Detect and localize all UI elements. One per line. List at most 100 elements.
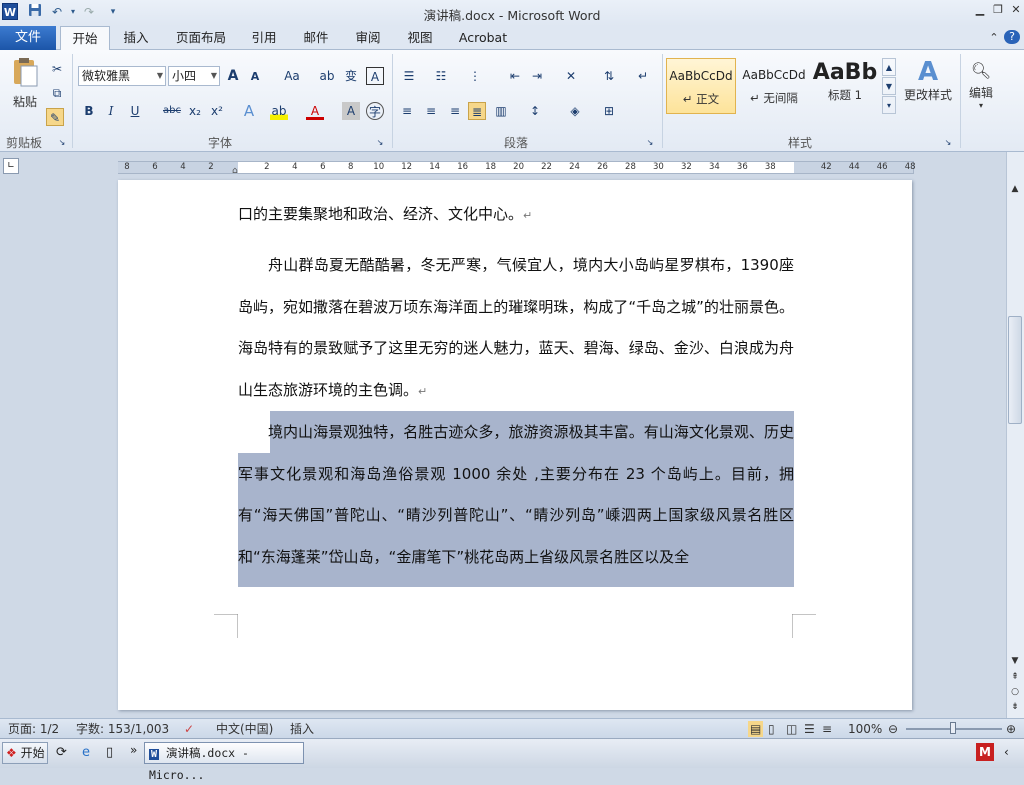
quicklaunch-expand-icon[interactable]: » [130,743,137,757]
tab-review[interactable]: 审阅 [348,26,388,50]
italic-button[interactable]: I [102,102,120,120]
bold-button[interactable]: B [80,102,98,120]
web-layout-icon[interactable]: ◫ [786,721,797,737]
highlight-color-icon[interactable]: ab [270,102,288,120]
line-spacing-icon[interactable]: ↕ [526,102,544,120]
minimize-icon[interactable]: ▁ [972,3,988,17]
styles-more-icon[interactable]: ▾ [882,96,896,114]
tab-file[interactable]: 文件 [0,26,56,50]
quicklaunch-app-icon[interactable]: ▯ [106,745,113,760]
grow-font-button[interactable]: A [224,67,242,85]
internet-explorer-icon[interactable]: e [82,745,90,760]
style-no-spacing[interactable]: AaBbCcDd ↵ 无间隔 [740,58,808,114]
editing-button[interactable]: 🔍︎ 编辑 ▾ [964,58,998,110]
restore-icon[interactable]: ❐ [990,3,1006,17]
paragraph-2[interactable]: 舟山群岛夏无酷酷暑，冬无严寒，气候宜人，境内大小岛屿星罗棋布，1390座岛屿，宛… [238,245,794,412]
tab-references[interactable]: 引用 [244,26,284,50]
language[interactable]: 中文(中国) [216,721,273,737]
paragraph-launcher-icon[interactable]: ↘ [644,134,656,147]
scroll-down-icon[interactable]: ▼ [1008,654,1022,668]
minimize-ribbon-icon[interactable]: ⌃ [986,31,1002,45]
paragraph-3-selected[interactable]: 境内山海景观独特，名胜古迹众多，旅游资源极其丰富。有山海文化景观、历史军事文化景… [238,412,794,578]
align-center-icon[interactable]: ≡ [422,102,440,120]
tray-expand-icon[interactable]: ‹ [1004,745,1009,759]
outline-icon[interactable]: ☰ [804,721,815,737]
increase-indent-icon[interactable]: ⇥ [528,67,546,85]
paste-button[interactable]: 粘贴 [8,56,42,110]
justify-icon[interactable]: ≣ [468,102,486,120]
print-layout-icon[interactable]: ▤ [748,721,764,737]
ruler-number: 6 [152,162,158,172]
borders-icon[interactable]: ⊞ [600,102,618,120]
copy-icon[interactable]: ⧉ [48,84,66,102]
previous-page-icon[interactable]: ⇞ [1008,670,1022,684]
align-left-icon[interactable]: ≡ [398,102,416,120]
text-effects-icon[interactable]: A [240,102,258,120]
draft-icon[interactable]: ≡ [822,721,832,737]
help-icon[interactable]: ? [1004,30,1020,44]
change-styles-button[interactable]: A 更改样式 [900,58,956,103]
zoom-in-icon[interactable]: ⊕ [1006,721,1016,737]
zoom-slider-thumb[interactable] [950,722,956,734]
font-launcher-icon[interactable]: ↘ [374,134,386,147]
decrease-indent-icon[interactable]: ⇤ [506,67,524,85]
underline-button[interactable]: U [126,102,144,120]
multilevel-list-icon[interactable]: ⋮ [466,67,484,85]
strikethrough-button[interactable]: abc [160,102,184,120]
tab-acrobat[interactable]: Acrobat [452,26,514,50]
font-color-icon[interactable]: A [306,102,324,120]
tray-app-icon[interactable]: M [976,743,994,761]
tab-home[interactable]: 开始 [60,26,110,51]
quicklaunch-app-icon[interactable]: ⟳ [56,745,67,760]
format-painter-icon[interactable]: ✎ [46,108,64,126]
styles-scroll-down-icon[interactable]: ▼ [882,77,896,95]
tab-selector-icon[interactable]: ∟ [3,158,19,174]
numbering-icon[interactable]: ☷ [432,67,450,85]
font-size-combo[interactable]: 小四 ▼ [168,66,220,86]
zoom-level[interactable]: 100% [848,721,882,737]
chinese-layout-icon[interactable]: ✕ [562,67,580,85]
scrollbar-thumb[interactable] [1008,316,1022,424]
superscript-button[interactable]: x² [208,102,226,120]
cut-icon[interactable]: ✂ [48,60,66,78]
taskbar-item-word[interactable]: W 演讲稿.docx - Micro... [144,742,304,782]
tab-mailings[interactable]: 邮件 [296,26,336,50]
start-button[interactable]: ❖ 开始 [2,742,48,764]
distributed-icon[interactable]: ▥ [492,102,510,120]
style-heading-1[interactable]: AaBb 标题 1 [812,58,878,114]
change-case-button[interactable]: Aa [280,67,304,85]
indent-marker-icon[interactable]: ⌂ [232,166,238,176]
enclose-characters-icon[interactable]: A [366,67,384,85]
tab-page-layout[interactable]: 页面布局 [170,26,232,50]
shading-icon[interactable]: ◈ [566,102,584,120]
shrink-font-button[interactable]: A [246,68,264,86]
character-shading-icon[interactable]: A [342,102,360,120]
scroll-up-icon[interactable]: ▲ [1008,182,1022,196]
show-marks-icon[interactable]: ↵ [634,67,652,85]
styles-launcher-icon[interactable]: ↘ [942,134,954,147]
styles-scroll-up-icon[interactable]: ▲ [882,58,896,76]
next-page-icon[interactable]: ⇟ [1008,700,1022,714]
page-count[interactable]: 页面: 1/2 [8,721,59,737]
tab-insert[interactable]: 插入 [114,26,158,50]
bullets-icon[interactable]: ☰ [400,67,418,85]
style-normal[interactable]: AaBbCcDd ↵ 正文 [666,58,736,114]
word-count[interactable]: 字数: 153/1,003 [76,721,169,737]
vertical-scrollbar[interactable] [1006,152,1024,718]
align-right-icon[interactable]: ≡ [446,102,464,120]
subscript-button[interactable]: x₂ [186,102,204,120]
sort-icon[interactable]: ⇅ [600,67,618,85]
insert-mode[interactable]: 插入 [290,721,314,737]
browse-object-icon[interactable]: ○ [1008,685,1022,699]
phonetic-guide-icon[interactable]: ab [318,67,336,85]
paragraph-1[interactable]: 口的主要集聚地和政治、经济、文化中心。↵ [238,194,794,236]
clipboard-launcher-icon[interactable]: ↘ [56,134,68,147]
full-screen-reading-icon[interactable]: ▯ [768,721,775,737]
tab-view[interactable]: 视图 [400,26,440,50]
proofing-icon[interactable]: ✓ [184,721,194,737]
character-border-icon[interactable]: 变 [342,67,360,85]
zoom-out-icon[interactable]: ⊖ [888,721,898,737]
close-icon[interactable]: ✕ [1008,3,1024,17]
font-name-combo[interactable]: 微软雅黑 ▼ [78,66,166,86]
enclosed-characters-icon[interactable]: 字 [366,102,384,120]
